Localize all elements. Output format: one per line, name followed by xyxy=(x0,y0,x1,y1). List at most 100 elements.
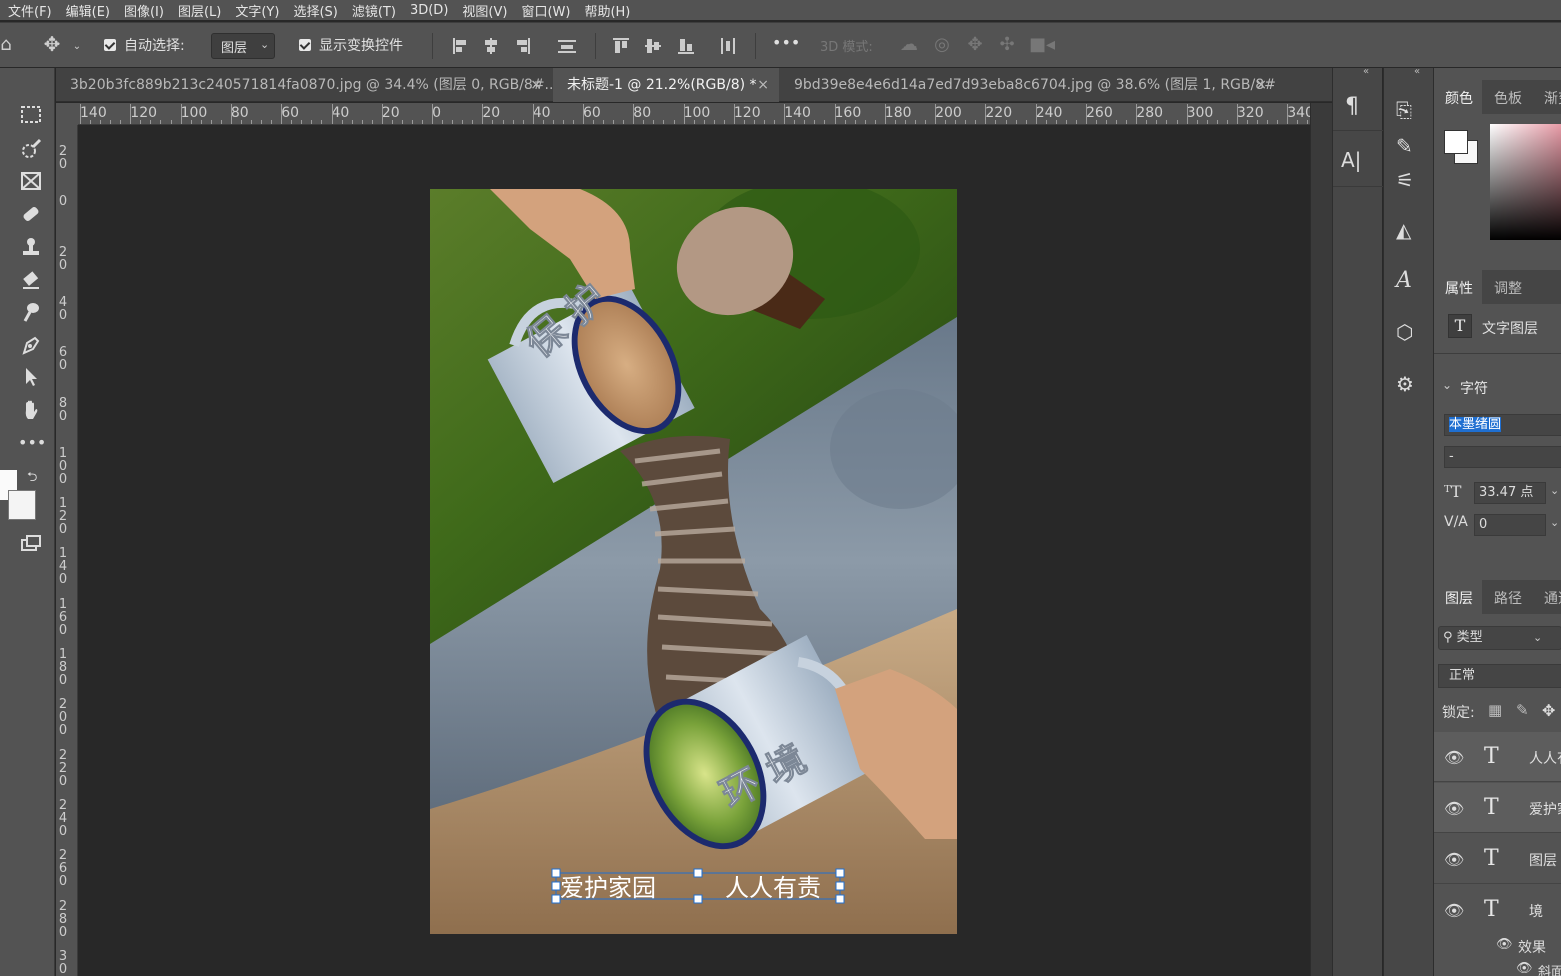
panel-foreground-swatch[interactable] xyxy=(1444,130,1468,154)
tab-color[interactable]: 颜色 xyxy=(1445,88,1473,108)
move-tool-icon[interactable]: ✥ xyxy=(40,34,64,54)
menu-help[interactable]: 帮助(H) xyxy=(584,1,630,20)
font-style-field[interactable]: - xyxy=(1444,446,1561,468)
align-right-icon[interactable] xyxy=(515,37,531,55)
font-size-field[interactable]: 33.47 点 xyxy=(1474,482,1546,504)
tab-swatches[interactable]: 色板 xyxy=(1494,88,1522,108)
chevron-down-icon[interactable]: ⌄ xyxy=(1550,484,1559,497)
close-icon[interactable]: × xyxy=(757,68,769,102)
3d-scale-icon[interactable]: ■◂ xyxy=(1029,36,1055,54)
menu-edit[interactable]: 编辑(E) xyxy=(66,1,110,20)
3d-orbit-icon[interactable]: ☁ xyxy=(898,36,920,54)
path-select-tool-icon[interactable] xyxy=(18,366,44,392)
eye-icon[interactable]: 👁 xyxy=(1496,937,1513,952)
close-icon[interactable]: × xyxy=(530,68,542,102)
tab-paths[interactable]: 路径 xyxy=(1494,588,1522,608)
glyphs-icon[interactable]: A xyxy=(1396,268,1412,293)
background-color-swatch[interactable] xyxy=(8,490,36,520)
healing-brush-icon[interactable] xyxy=(18,203,44,229)
font-family-field[interactable]: 本墨绪圆 xyxy=(1444,414,1561,436)
layer-filter-dropdown[interactable]: ⚲ 类型 ⌄ xyxy=(1438,626,1561,650)
menu-image[interactable]: 图像(I) xyxy=(124,1,164,20)
lock-position-icon[interactable]: ✥ xyxy=(1542,701,1555,720)
menu-window[interactable]: 窗口(W) xyxy=(521,1,570,20)
eye-icon[interactable]: 👁 xyxy=(1444,799,1464,818)
character-icon[interactable]: A| xyxy=(1341,148,1361,172)
stamp-tool-icon[interactable] xyxy=(18,236,44,262)
distribute-vertical-icon[interactable] xyxy=(718,37,738,55)
3d-pan-icon[interactable]: ✥ xyxy=(964,36,986,54)
transform-handle[interactable] xyxy=(835,881,845,891)
horizontal-ruler[interactable]: 140 120 100 80 60 40 20 0 20 40 60 80 100 120 140 160 18… xyxy=(78,103,1310,125)
auto-select-checkbox[interactable] xyxy=(104,39,116,51)
transform-handle[interactable] xyxy=(693,894,703,904)
swap-colors-icon[interactable]: ⮌ xyxy=(27,468,37,490)
shape-icon[interactable]: ◭ xyxy=(1396,218,1411,242)
chevron-down-icon[interactable]: ⌄ xyxy=(72,38,82,56)
tab-document-2[interactable]: 未标题-1 @ 21.2%(RGB/8) * × xyxy=(553,68,779,102)
collapse-arrows-icon[interactable]: « xyxy=(1363,66,1369,77)
align-bottom-icon[interactable] xyxy=(677,37,695,55)
show-transform-checkbox[interactable] xyxy=(299,39,311,51)
3d-slide-icon[interactable]: ✣ xyxy=(996,36,1018,54)
tab-document-3[interactable]: 9bd39e8e4e6d14a7ed7d93eba8c6704.jpg @ 38… xyxy=(780,68,1277,102)
vertical-ruler[interactable]: 2002040608010012014016018020022024026028… xyxy=(56,125,78,976)
blend-mode-dropdown[interactable]: 正常 xyxy=(1438,664,1561,688)
caption-left[interactable]: 爱护家园 xyxy=(560,874,656,902)
libraries-icon[interactable]: ⚙ xyxy=(1396,372,1414,396)
more-options-button[interactable]: ••• xyxy=(772,33,800,52)
transform-handle[interactable] xyxy=(835,868,845,878)
distribute-icon[interactable] xyxy=(557,37,577,55)
transform-handle[interactable] xyxy=(551,894,561,904)
transform-handle[interactable] xyxy=(835,894,845,904)
menu-layer[interactable]: 图层(L) xyxy=(178,1,221,20)
tracking-field[interactable]: 0 xyxy=(1474,514,1546,536)
auto-select-dropdown[interactable]: 图层 ⌄ xyxy=(211,33,275,59)
frame-tool-icon[interactable] xyxy=(18,171,44,197)
transform-handle[interactable] xyxy=(551,868,561,878)
tab-layers[interactable]: 图层 xyxy=(1445,588,1473,608)
tab-properties[interactable]: 属性 xyxy=(1445,278,1473,298)
screen-mode-icon[interactable] xyxy=(18,534,44,560)
eraser-tool-icon[interactable] xyxy=(18,269,44,295)
menu-filter[interactable]: 滤镜(T) xyxy=(352,1,396,20)
layer-row[interactable]: 👁 T 境 👁 效果 👁 斜面 xyxy=(1434,885,1561,976)
pen-tool-icon[interactable] xyxy=(18,334,44,360)
marquee-tool-icon[interactable] xyxy=(18,105,44,131)
align-top-icon[interactable] xyxy=(612,37,630,55)
menu-type[interactable]: 文字(Y) xyxy=(235,1,279,20)
menu-3d[interactable]: 3D(D) xyxy=(410,3,448,18)
transform-handle[interactable] xyxy=(693,868,703,878)
collapse-arrows-icon[interactable]: « xyxy=(1414,66,1420,77)
caption-right[interactable]: 人人有责 xyxy=(725,874,821,902)
chevron-down-icon[interactable]: ⌄ xyxy=(1442,378,1452,392)
eye-icon[interactable]: 👁 xyxy=(1444,748,1464,767)
quick-select-tool-icon[interactable] xyxy=(18,138,44,164)
lock-transparent-icon[interactable]: ▦ xyxy=(1488,701,1502,719)
tab-adjustments[interactable]: 调整 xyxy=(1494,278,1522,298)
3d-cube-icon[interactable]: ⬡ xyxy=(1396,320,1413,344)
eye-icon[interactable]: 👁 xyxy=(1444,901,1464,920)
align-vcenter-icon[interactable] xyxy=(644,37,662,55)
layer-row[interactable]: 👁 T 爱护家园 xyxy=(1434,783,1561,833)
menu-view[interactable]: 视图(V) xyxy=(462,1,507,20)
more-tools-icon[interactable]: ••• xyxy=(18,430,46,456)
home-icon[interactable]: ⌂ xyxy=(0,36,12,54)
smudge-tool-icon[interactable] xyxy=(18,301,44,327)
close-icon[interactable]: × xyxy=(1255,68,1267,102)
tab-gradients[interactable]: 渐变 xyxy=(1544,88,1561,108)
chevron-down-icon[interactable]: ⌄ xyxy=(1550,516,1559,529)
canvas-area[interactable]: 保 护 环 境 爱护家园 人人有责 xyxy=(78,125,1310,976)
adjustments-icon[interactable]: ⚟ xyxy=(1396,168,1414,192)
eye-icon[interactable]: 👁 xyxy=(1444,850,1464,869)
lock-pixels-icon[interactable]: ✎ xyxy=(1516,701,1529,719)
tab-document-1[interactable]: 3b20b3fc889b213c240571814fa0870.jpg @ 34… xyxy=(56,68,552,102)
color-picker-field[interactable] xyxy=(1490,124,1561,240)
tab-channels[interactable]: 通道 xyxy=(1544,588,1561,608)
menu-file[interactable]: 文件(F) xyxy=(8,1,52,20)
layer-row[interactable]: 👁 T 图层 xyxy=(1434,834,1561,884)
ruler-corner[interactable] xyxy=(56,103,78,125)
history-icon[interactable]: ⎘ xyxy=(1396,98,1412,122)
brush-settings-icon[interactable]: ✎ xyxy=(1396,134,1413,158)
poster-artwork[interactable]: 保 护 环 境 爱护家园 人人有责 xyxy=(430,189,957,934)
